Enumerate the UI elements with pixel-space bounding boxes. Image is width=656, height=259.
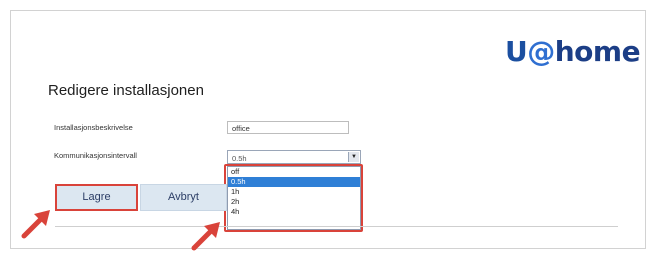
logo-letter-u: U (505, 35, 528, 68)
interval-select[interactable]: 0.5h ▼ (227, 150, 361, 164)
page-title: Redigere installasjonen (48, 82, 204, 99)
arrow-pointer-icon (21, 210, 50, 239)
interval-label: Kommunikasjonsintervall (54, 151, 137, 160)
arrow-pointer-icon (191, 222, 220, 251)
divider (55, 226, 618, 227)
chevron-down-icon[interactable]: ▼ (348, 152, 359, 162)
description-label: Installasjonsbeskrivelse (54, 123, 133, 132)
dropdown-highlight-box (224, 164, 363, 232)
interval-selected-value: 0.5h (232, 154, 247, 163)
description-input[interactable]: office (227, 121, 349, 134)
save-button[interactable]: Lagre (55, 184, 138, 211)
uhome-logo: U@home (505, 35, 641, 68)
logo-at-sign: @ (527, 35, 555, 68)
logo-word-home: home (554, 35, 641, 68)
cancel-button[interactable]: Avbryt (140, 184, 227, 211)
